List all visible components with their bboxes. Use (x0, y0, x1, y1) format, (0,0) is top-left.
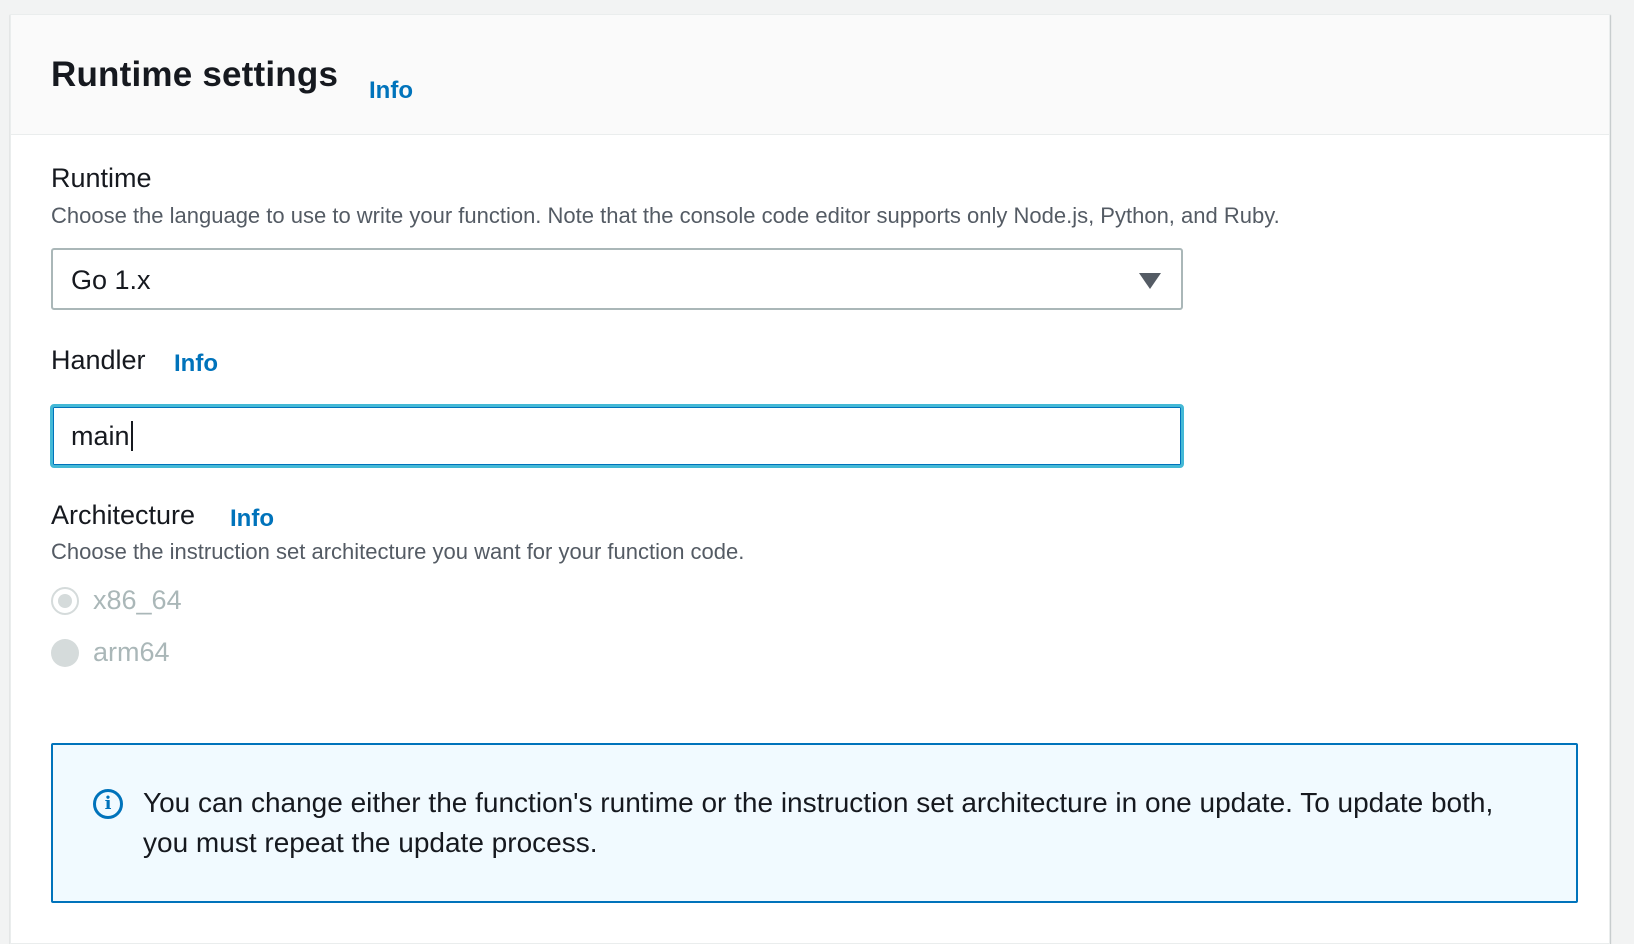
architecture-info-link[interactable]: Info (230, 505, 274, 533)
radio-arm64[interactable] (51, 639, 79, 667)
caret-down-icon (1139, 273, 1161, 289)
radio-label-arm64: arm64 (93, 637, 170, 667)
panel-title: Runtime settings (51, 55, 339, 94)
radio-x86-64[interactable] (51, 587, 79, 615)
info-icon: i (93, 789, 123, 819)
handler-input[interactable]: main (50, 404, 1184, 468)
runtime-settings-info-link[interactable]: Info (369, 77, 413, 105)
text-cursor (130, 421, 133, 451)
handler-label: Handler (51, 345, 146, 375)
info-alert: i You can change either the function's r… (51, 743, 1578, 903)
architecture-label: Architecture (51, 500, 196, 530)
alert-text: You can change either the function's run… (143, 787, 1494, 858)
architecture-description: Choose the instruction set architecture … (51, 539, 745, 564)
handler-info-link[interactable]: Info (174, 350, 218, 378)
handler-input-value: main (71, 421, 130, 451)
panel-header: Runtime settings Info (11, 15, 1609, 135)
radio-label-x86-64: x86_64 (93, 585, 182, 615)
runtime-settings-panel: Runtime settings Info Runtime Choose the… (10, 14, 1610, 944)
runtime-select[interactable]: Go 1.x (51, 248, 1183, 310)
runtime-label: Runtime (51, 163, 152, 193)
runtime-selected-value: Go 1.x (71, 265, 151, 295)
runtime-description: Choose the language to use to write your… (51, 203, 1280, 228)
